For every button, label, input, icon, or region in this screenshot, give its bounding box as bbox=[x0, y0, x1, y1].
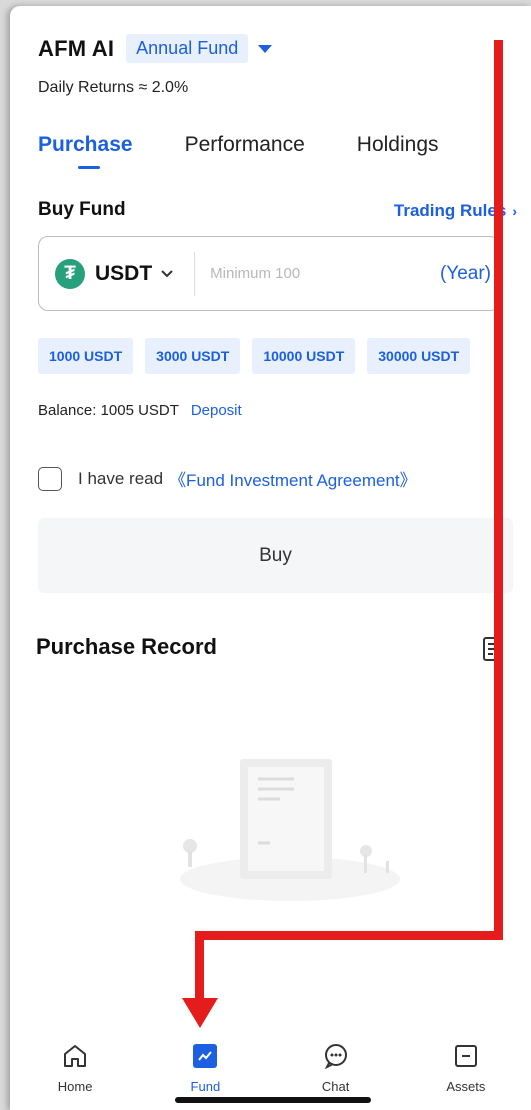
annotation-line bbox=[195, 931, 204, 1001]
preset-amounts: 1000 USDT 3000 USDT 10000 USDT 30000 USD… bbox=[38, 338, 482, 374]
chevron-right-icon: › bbox=[512, 203, 517, 219]
nav-fund-label: Fund bbox=[190, 1079, 221, 1094]
tab-bar: Purchase Performance Holdings bbox=[38, 133, 491, 169]
nav-assets-label: Assets bbox=[446, 1079, 486, 1094]
home-indicator bbox=[175, 1097, 371, 1103]
chevron-down-icon[interactable] bbox=[160, 266, 174, 282]
tab-purchase[interactable]: Purchase bbox=[38, 133, 133, 169]
nav-fund[interactable]: Fund bbox=[155, 1041, 255, 1094]
deposit-link[interactable]: Deposit bbox=[191, 402, 242, 419]
trading-rules-label: Trading Rules bbox=[393, 201, 507, 220]
agreement-text: I have read bbox=[78, 468, 164, 488]
tab-holdings[interactable]: Holdings bbox=[357, 133, 439, 157]
app-title: AFM AI bbox=[38, 35, 115, 61]
tab-performance[interactable]: Performance bbox=[185, 133, 305, 157]
period-label: (Year) bbox=[439, 262, 491, 284]
buy-fund-title: Buy Fund bbox=[38, 199, 126, 220]
agreement-link[interactable]: 《Fund Investment Agreement》 bbox=[169, 466, 417, 491]
agreement-row: I have read 《Fund Investment Agreement》 bbox=[38, 466, 417, 491]
nav-chat[interactable]: Chat bbox=[286, 1041, 386, 1094]
annotation-line bbox=[195, 931, 503, 940]
fund-selector[interactable]: Annual Fund bbox=[126, 34, 249, 63]
agreement-checkbox[interactable] bbox=[38, 466, 62, 491]
empty-state-illustration bbox=[170, 751, 410, 906]
nav-home[interactable]: Home bbox=[25, 1041, 125, 1094]
caret-down-icon[interactable] bbox=[258, 44, 273, 53]
preset-chip[interactable]: 3000 USDT bbox=[145, 338, 241, 374]
annotation-line bbox=[494, 40, 503, 940]
app-screen: AFM AI Annual Fund Daily Returns ≈ 2.0% … bbox=[10, 6, 531, 1110]
preset-chip[interactable]: 30000 USDT bbox=[367, 338, 471, 374]
purchase-record-title: Purchase Record bbox=[36, 634, 217, 659]
amount-input[interactable] bbox=[210, 265, 401, 282]
annotation-arrow-icon bbox=[182, 998, 218, 1028]
nav-assets[interactable]: Assets bbox=[416, 1041, 516, 1094]
nav-chat-label: Chat bbox=[321, 1079, 350, 1094]
balance-text: Balance: 1005 USDT bbox=[38, 402, 179, 419]
purchase-amount-box: ₮ USDT (Year) bbox=[38, 236, 500, 311]
divider bbox=[194, 251, 196, 296]
assets-icon bbox=[452, 1041, 480, 1071]
preset-chip[interactable]: 1000 USDT bbox=[38, 338, 134, 374]
tether-icon: ₮ bbox=[55, 258, 85, 289]
chat-icon bbox=[322, 1041, 350, 1071]
buy-button[interactable]: Buy bbox=[38, 518, 513, 593]
balance-row: Balance: 1005 USDT Deposit bbox=[38, 402, 242, 419]
bottom-nav: Home Fund Chat Assets bbox=[10, 1041, 531, 1094]
preset-chip[interactable]: 10000 USDT bbox=[252, 338, 356, 374]
nav-home-label: Home bbox=[57, 1079, 93, 1094]
currency-selector[interactable]: USDT bbox=[95, 262, 152, 286]
header: AFM AI Annual Fund bbox=[38, 34, 273, 63]
home-icon bbox=[61, 1041, 89, 1071]
daily-returns: Daily Returns ≈ 2.0% bbox=[38, 79, 189, 96]
fund-chart-icon bbox=[193, 1041, 218, 1071]
